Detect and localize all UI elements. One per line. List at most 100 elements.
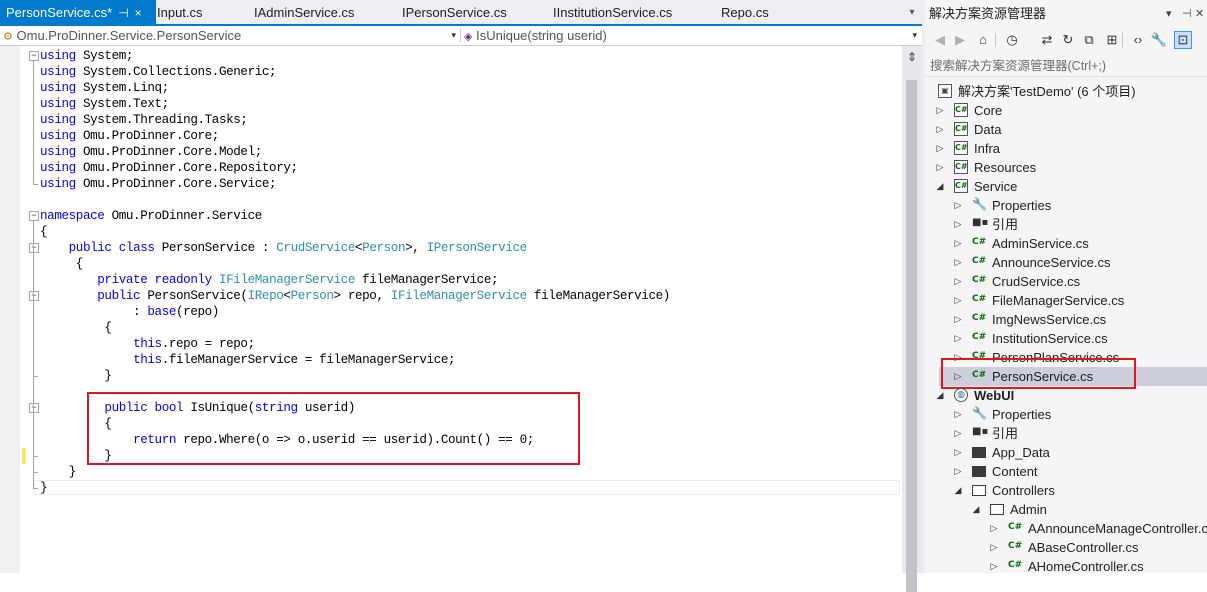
member-selector-value: IsUnique(string userid): [476, 28, 607, 43]
home-icon[interactable]: ⌂: [974, 31, 992, 49]
expand-arrow-icon[interactable]: ▷: [952, 253, 964, 272]
expand-arrow-icon[interactable]: ▷: [934, 120, 946, 139]
code-line: using System.Collections.Generic;: [40, 65, 277, 79]
tree-node-label: AnnounceService.cs: [992, 255, 1111, 270]
tree-node-label: AAnnounceManageController.cs: [1028, 521, 1207, 536]
history-icon[interactable]: ◷: [1003, 31, 1021, 49]
refresh-icon[interactable]: ↻: [1059, 31, 1077, 49]
tree-node-data[interactable]: ▷ C# Data: [937, 120, 1207, 139]
csharp-file-icon: C#: [972, 237, 987, 247]
tab-input-cs[interactable]: Input.cs: [157, 0, 203, 24]
tree-node-controllers[interactable]: ◢ Controllers: [939, 481, 1207, 500]
pin-icon[interactable]: ⊣: [118, 0, 128, 26]
close-icon[interactable]: ✕: [1195, 0, 1204, 28]
tree-node-filemanagerservice-cs[interactable]: ▷ C# FileManagerService.cs: [939, 291, 1207, 310]
unsaved-change-marker: [22, 448, 26, 464]
back-icon[interactable]: ◀: [931, 31, 949, 49]
expand-arrow-icon[interactable]: ▷: [934, 158, 946, 177]
expand-arrow-icon[interactable]: ▷: [988, 538, 1000, 557]
expand-arrow-icon[interactable]: ▷: [952, 291, 964, 310]
expand-arrow-icon[interactable]: ▷: [934, 101, 946, 120]
collapse-arrow-icon[interactable]: ◢: [934, 177, 946, 196]
expand-arrow-icon[interactable]: ▷: [952, 329, 964, 348]
tree-node-ahomecontroller-cs[interactable]: ▷ C# AHomeController.cs: [939, 557, 1207, 576]
tree-node-aannouncemanagecontroller-cs[interactable]: ▷ C# AAnnounceManageController.cs: [939, 519, 1207, 538]
properties-icon[interactable]: 🔧: [1150, 31, 1168, 49]
tree-node-imgnewsservice-cs[interactable]: ▷ C# ImgNewsService.cs: [939, 310, 1207, 329]
code-line: }: [40, 481, 48, 495]
collapse-region-icon[interactable]: −: [29, 403, 39, 413]
type-selector-dropdown[interactable]: ⚙ Omu.ProDinner.Service.PersonService ▾: [3, 27, 458, 44]
tab-ipersonservice-cs[interactable]: IPersonService.cs: [402, 0, 507, 24]
collapse-region-icon[interactable]: −: [29, 211, 39, 221]
expand-arrow-icon[interactable]: ▷: [952, 405, 964, 424]
tree-node-adminservice-cs[interactable]: ▷ C# AdminService.cs: [939, 234, 1207, 253]
member-selector-dropdown[interactable]: ◈ IsUnique(string userid) ▾: [464, 27, 919, 44]
split-window-icon[interactable]: ⇕: [904, 50, 920, 64]
expand-arrow-icon[interactable]: ▷: [952, 424, 964, 443]
expand-arrow-icon[interactable]: ▷: [952, 272, 964, 291]
expand-arrow-icon[interactable]: ▷: [988, 519, 1000, 538]
collapse-arrow-icon[interactable]: ◢: [970, 500, 982, 519]
pin-icon[interactable]: ⊣: [1182, 0, 1192, 28]
tree-node-app-data[interactable]: ▷ App_Data: [939, 443, 1207, 462]
tree-node--[interactable]: ▷ ■▪ 引用: [939, 215, 1207, 234]
tab-iadminservice-cs[interactable]: IAdminService.cs: [254, 0, 354, 24]
show-all-files-icon[interactable]: ⊞: [1103, 31, 1121, 49]
collapse-all-icon[interactable]: ⧉: [1080, 31, 1098, 49]
tab-iinstitutionservice-cs[interactable]: IInstitutionService.cs: [553, 0, 672, 24]
expand-arrow-icon[interactable]: ▷: [952, 234, 964, 253]
expand-arrow-icon[interactable]: ▷: [952, 215, 964, 234]
tree-node-announceservice-cs[interactable]: ▷ C# AnnounceService.cs: [939, 253, 1207, 272]
tree-node-label: Data: [974, 122, 1002, 137]
collapse-region-icon[interactable]: −: [29, 291, 39, 301]
expand-arrow-icon[interactable]: ▷: [952, 196, 964, 215]
tree-node-service[interactable]: ◢ C# Service: [937, 177, 1207, 196]
expand-arrow-icon[interactable]: ▷: [952, 462, 964, 481]
folder-icon: [972, 447, 986, 458]
view-code-icon[interactable]: ‹›: [1129, 31, 1147, 49]
tab-overflow-icon[interactable]: ▾: [905, 0, 919, 24]
tree-node-institutionservice-cs[interactable]: ▷ C# InstitutionService.cs: [939, 329, 1207, 348]
tree-node-infra[interactable]: ▷ C# Infra: [937, 139, 1207, 158]
tree-node--[interactable]: ▷ ■▪ 引用: [939, 424, 1207, 443]
references-icon: ■▪: [972, 217, 989, 228]
outline-guide-end: [33, 376, 38, 377]
tree-node-label: Admin: [1010, 502, 1047, 517]
tree-node-resources[interactable]: ▷ C# Resources: [937, 158, 1207, 177]
expand-arrow-icon[interactable]: ▷: [952, 443, 964, 462]
tree-node-crudservice-cs[interactable]: ▷ C# CrudService.cs: [939, 272, 1207, 291]
code-line: using Omu.ProDinner.Core;: [40, 129, 219, 143]
tree-node-properties[interactable]: ▷ 🔧 Properties: [939, 405, 1207, 424]
expand-arrow-icon[interactable]: ▷: [988, 557, 1000, 576]
expand-arrow-icon[interactable]: ▷: [952, 310, 964, 329]
solution-explorer-search-input[interactable]: 搜索解决方案资源管理器(Ctrl+;): [925, 55, 1207, 77]
tree-node-admin[interactable]: ◢ Admin: [939, 500, 1207, 519]
scrollbar-thumb[interactable]: [906, 80, 917, 592]
toolbar-separator: [995, 33, 996, 47]
collapse-arrow-icon[interactable]: ◢: [952, 481, 964, 500]
tree-node-content[interactable]: ▷ Content: [939, 462, 1207, 481]
close-icon[interactable]: ×: [135, 0, 142, 26]
editor-vertical-scrollbar[interactable]: ⇕: [902, 46, 922, 592]
collapse-region-icon[interactable]: −: [29, 51, 39, 61]
sync-icon[interactable]: ⇄: [1038, 31, 1056, 49]
csharp-project-icon: C#: [954, 141, 968, 155]
tab-personservice-cs-[interactable]: PersonService.cs* ⊣ ×: [0, 0, 156, 24]
tree-node--testdemo-6-[interactable]: ▣ 解决方案'TestDemo' (6 个项目): [938, 82, 1207, 101]
forward-icon[interactable]: ▶: [951, 31, 969, 49]
tree-node-properties[interactable]: ▷ 🔧 Properties: [939, 196, 1207, 215]
code-line: {: [40, 257, 84, 271]
panel-menu-icon[interactable]: ▾: [1166, 0, 1172, 28]
preview-icon[interactable]: ⊡: [1174, 31, 1192, 49]
expand-arrow-icon[interactable]: ▷: [934, 139, 946, 158]
code-line: using System.Text;: [40, 97, 169, 111]
collapse-region-icon[interactable]: −: [29, 243, 39, 253]
outline-guide: [33, 413, 34, 456]
tree-node-label: 引用: [992, 217, 1019, 232]
tab-repo-cs[interactable]: Repo.cs: [721, 0, 769, 24]
tree-node-abasecontroller-cs[interactable]: ▷ C# ABaseController.cs: [939, 538, 1207, 557]
code-line: }: [40, 369, 112, 383]
tree-node-core[interactable]: ▷ C# Core: [937, 101, 1207, 120]
tree-node-label: CrudService.cs: [992, 274, 1081, 289]
